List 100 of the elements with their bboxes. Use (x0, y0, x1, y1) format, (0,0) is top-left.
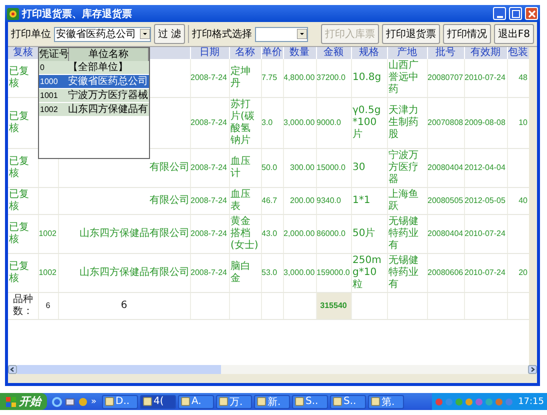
column-header[interactable]: 数量 (283, 47, 316, 59)
table-cell: 苏打片(碳酸氢钠片 (230, 99, 254, 146)
table-cell: 1002 (38, 229, 56, 238)
app-icon (7, 8, 19, 20)
table-cell: 宁波万方医疗器 (388, 150, 418, 185)
table-cell: 50片 (352, 228, 376, 239)
start-button[interactable]: 开始 (0, 393, 47, 410)
column-header[interactable]: 批号 (427, 47, 464, 59)
table-cell: 血压计 (230, 156, 250, 179)
close-button[interactable] (525, 7, 538, 20)
table-cell: 20080707 (428, 73, 463, 82)
table-cell: 脑白金 (230, 261, 250, 284)
scroll-thumb[interactable] (17, 365, 222, 374)
table-cell: 20080606 (428, 268, 463, 277)
filter-button[interactable]: 过 滤 (154, 24, 186, 44)
toolbar-button[interactable]: 打印退货票 (382, 24, 440, 44)
table-cell: 43.0 (262, 229, 278, 238)
column-header[interactable]: 复核 (8, 47, 38, 59)
unit-list-item[interactable]: 1002 山东四方保健品有 (39, 103, 149, 117)
table-cell: 2008-7-24 (190, 73, 227, 82)
footer-label: 品种数： (12, 294, 33, 317)
column-header[interactable]: 单价 (261, 47, 283, 59)
table-cell: 20080404 (428, 229, 463, 238)
taskbar-button[interactable]: S.. (292, 394, 328, 408)
table-cell: 1002 (38, 268, 56, 277)
close-icon (528, 10, 536, 18)
table-cell: 10 (518, 118, 528, 127)
column-header[interactable]: 包装 (507, 47, 529, 59)
list-column-header: 单位名称 (69, 48, 149, 61)
table-cell: 200.00 (290, 196, 314, 205)
table-cell: 9000.0 (316, 118, 341, 127)
taskbar-button[interactable]: A. (178, 394, 214, 408)
table-cell: 血压表 (230, 189, 250, 212)
table-cell: 2012-05-05 (464, 196, 506, 205)
column-header[interactable]: 规格 (351, 47, 387, 59)
window-icon (180, 397, 190, 406)
window-icon (370, 397, 380, 406)
footer-count: 6 (46, 301, 50, 310)
more-chevron[interactable]: » (91, 396, 97, 406)
table-cell: 4,800.00 (284, 73, 315, 82)
table-cell: 2012-04-04 (464, 163, 506, 172)
window-icon (142, 397, 152, 406)
table-cell: 2010-07-24 (464, 268, 506, 277)
table-cell: 3,000.00 (284, 268, 315, 277)
scroll-right-icon[interactable] (528, 365, 537, 374)
dropdown-arrow-icon[interactable] (297, 29, 308, 39)
column-header[interactable]: 名称 (229, 47, 261, 59)
dropdown-arrow-icon[interactable] (140, 29, 150, 39)
table-cell: 40 (518, 196, 528, 205)
windows-logo-icon (6, 396, 16, 406)
table-cell: 2008-7-24 (190, 163, 227, 172)
table-cell: 山西广誉远中药 (388, 60, 418, 95)
table-cell: 7.75 (262, 73, 278, 82)
column-header[interactable]: 有效期 (464, 47, 507, 59)
taskbar-button[interactable]: 新. (254, 394, 290, 408)
table-cell: 有限公司 (150, 162, 189, 173)
horizontal-scrollbar[interactable] (8, 365, 537, 374)
table-cell: 2009-08-08 (464, 118, 506, 127)
taskbar-button[interactable]: 第. (368, 394, 404, 408)
clock: 17:15 (518, 396, 544, 406)
table-cell: 山东四方保健品有限公司 (80, 267, 189, 278)
unit-list-item[interactable]: 1000 安徽省医药总公司 (39, 75, 149, 89)
unit-code: 0 (39, 62, 46, 74)
table-cell: 9340.0 (316, 196, 341, 205)
table-cell: 天津力生制药股 (388, 105, 418, 140)
table-cell: 250mg*10粒 (352, 255, 382, 290)
unit-code: 1002 (39, 104, 59, 116)
toolbar-button[interactable]: 退出F8 (494, 24, 534, 44)
taskbar-button[interactable]: D.. (102, 394, 138, 408)
unit-name: 宁波万方医疗器械 (68, 89, 149, 102)
browser-icon[interactable] (52, 396, 62, 406)
format-label: 打印格式选择 (192, 28, 252, 41)
minimize-button[interactable] (493, 7, 506, 20)
table-cell: 2008-7-24 (190, 196, 227, 205)
column-header[interactable]: 日期 (190, 47, 229, 59)
table-cell: 已复核 (9, 156, 29, 179)
taskbar-button[interactable]: S.. (330, 394, 366, 408)
desktop-icon[interactable] (65, 396, 75, 406)
window-icon (294, 397, 304, 406)
table-cell: 已复核 (9, 189, 29, 212)
total-cell: 315540 (316, 292, 351, 320)
table-cell: 2,000.00 (284, 229, 315, 238)
window-icon (332, 397, 342, 406)
table-cell: 上海鱼跃 (388, 189, 418, 212)
unit-list-item[interactable]: 1001 宁波万方医疗器械 (39, 89, 149, 103)
table-cell: 10.8g (352, 72, 382, 83)
table-cell: 46.7 (262, 196, 278, 205)
taskbar-button[interactable]: 万. (216, 394, 252, 408)
vertical-scrollbar[interactable] (529, 47, 537, 365)
table-cell: 3,000.00 (284, 118, 315, 127)
toolbar-button[interactable]: 打印情况 (442, 24, 491, 44)
unit-list-item[interactable]: 0 【全部单位】 (39, 61, 149, 75)
coin-icon[interactable] (78, 396, 88, 406)
table-cell: 37200.0 (316, 73, 346, 82)
taskbar-button[interactable]: 4( (140, 394, 176, 408)
table-cell: 159000.0 (316, 268, 350, 277)
scroll-left-icon[interactable] (8, 365, 17, 374)
table-cell: 黄金搭档(女士) (230, 216, 258, 251)
unit-combo[interactable]: 安徽省医药总公司 (54, 26, 151, 42)
maximize-button[interactable] (509, 7, 522, 20)
